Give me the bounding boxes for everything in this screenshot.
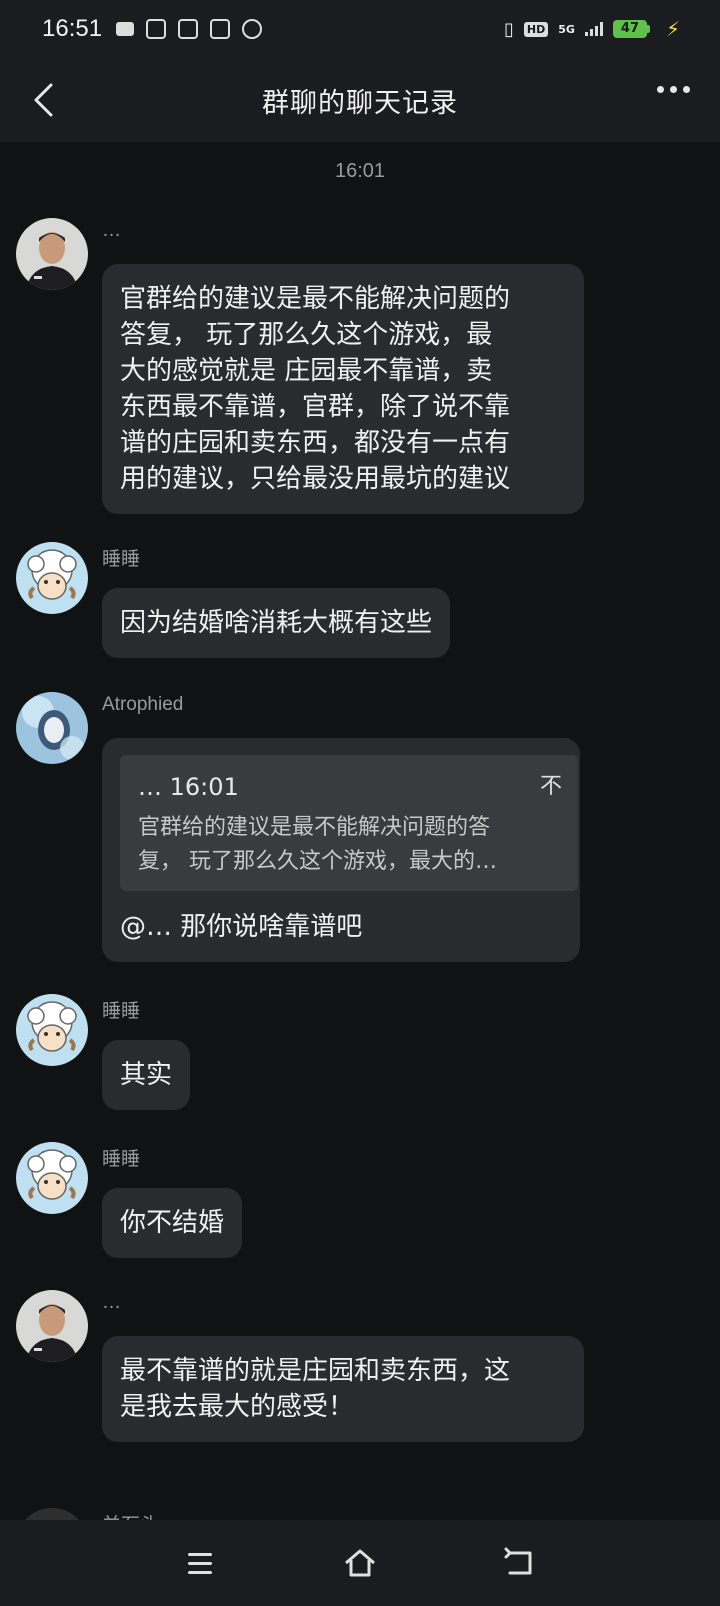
- status-right: ▯ HD 5G 47 ⚡: [504, 17, 680, 41]
- menu-icon[interactable]: [182, 1545, 218, 1581]
- message: Atrophied … 16:01 不 官群给的建议是最不能解决问题的答 复， …: [16, 692, 696, 972]
- avatar[interactable]: [16, 1290, 88, 1362]
- more-options-button[interactable]: [657, 86, 690, 93]
- message-line: 官群给的建议是最不能解决问题的: [120, 284, 511, 314]
- sender-name: 睡睡: [102, 1149, 141, 1170]
- message: 睡睡 你不结婚: [16, 1142, 696, 1272]
- message: 睡睡 因为结婚啥消耗大概有这些: [16, 542, 696, 672]
- nav-bar: 群聊的聊天记录: [0, 58, 720, 142]
- sheep-cartoon-avatar-icon: [16, 1142, 88, 1214]
- sender-name: 睡睡: [102, 1001, 141, 1022]
- sheep-cartoon-avatar-icon: [16, 542, 88, 614]
- status-bar: 16:51 ▯ HD 5G 47 ⚡: [0, 0, 720, 58]
- message-line: 答复， 玩了那么久这个游戏，最: [120, 320, 493, 350]
- app-notification-icon: [146, 19, 167, 39]
- message-line: 其实: [120, 1060, 173, 1090]
- quote-header: … 16:01 不: [138, 769, 562, 805]
- chat-history[interactable]: 16:01 … 官群给的建议是最不能解决问题的 答复， 玩了那么久这个游戏，最 …: [0, 142, 720, 1520]
- message-line: @… 那你说啥靠谱吧: [120, 912, 363, 942]
- sender-name: …: [102, 220, 121, 241]
- dot-icon: [657, 86, 664, 93]
- avatar[interactable]: [16, 692, 88, 764]
- sender-name: 睡睡: [102, 549, 141, 570]
- message-bubble[interactable]: 因为结婚啥消耗大概有这些: [102, 588, 451, 658]
- message-line: 谱的庄园和卖东西，都没有一点有: [120, 428, 511, 458]
- avatar[interactable]: [16, 542, 88, 614]
- message: … 最不靠谱的就是庄园和卖东西，这 是我去最大的感受！: [16, 1290, 696, 1480]
- anime-girl-avatar-icon: [16, 692, 88, 764]
- avatar[interactable]: [16, 1142, 88, 1214]
- photo-man-avatar-icon: [16, 218, 88, 290]
- charging-icon: ⚡: [665, 17, 680, 41]
- photo-man-avatar-icon: [16, 1290, 88, 1362]
- notification-icons: [116, 19, 263, 39]
- system-nav-bar: [0, 1520, 720, 1606]
- status-time: 16:51: [42, 15, 103, 42]
- quote-line: 复， 玩了那么久这个游戏，最大的…: [138, 849, 497, 874]
- avatar[interactable]: [16, 994, 88, 1066]
- sender-name: 羊石头: [102, 1510, 159, 1520]
- message: 羊石头: [16, 1508, 696, 1520]
- sheep-cartoon-avatar-icon: [16, 994, 88, 1066]
- back-icon[interactable]: [502, 1545, 538, 1581]
- chat-timestamp: 16:01: [334, 160, 386, 182]
- network-type: 5G: [558, 22, 575, 36]
- home-icon[interactable]: [342, 1545, 378, 1581]
- message-line: 是我去最大的感受！: [120, 1392, 355, 1422]
- hd-badge: HD: [523, 21, 549, 37]
- message-bubble[interactable]: … 16:01 不 官群给的建议是最不能解决问题的答 复， 玩了那么久这个游戏，…: [102, 738, 580, 962]
- dot-icon: [683, 86, 690, 93]
- page-title: 群聊的聊天记录: [262, 87, 458, 119]
- quoted-message[interactable]: … 16:01 不 官群给的建议是最不能解决问题的答 复， 玩了那么久这个游戏，…: [120, 755, 578, 891]
- chevron-left-icon: [34, 83, 53, 117]
- video-icon: [116, 22, 135, 36]
- message: 睡睡 其实: [16, 994, 696, 1124]
- signal-icon: [584, 22, 603, 36]
- battery-icon: 47: [612, 20, 650, 38]
- quote-sender-time: … 16:01: [138, 773, 239, 801]
- quote-pin-icon: 不: [539, 774, 562, 799]
- message: … 官群给的建议是最不能解决问题的 答复， 玩了那么久这个游戏，最 大的感觉就是…: [16, 218, 696, 518]
- message-line: 因为结婚啥消耗大概有这些: [120, 608, 433, 638]
- back-button[interactable]: [24, 78, 64, 122]
- vibrate-icon: ▯: [504, 18, 514, 40]
- quote-line: 官群给的建议是最不能解决问题的答: [138, 815, 491, 840]
- message-line: 大的感觉就是 庄园最不靠谱，卖: [120, 356, 493, 386]
- partial-avatar-icon: [16, 1508, 88, 1520]
- message-line: 东西最不靠谱，官群，除了说不靠: [120, 392, 511, 422]
- message-line: 你不结婚: [120, 1208, 225, 1238]
- app-notification-icon: [242, 19, 263, 39]
- message-bubble[interactable]: 其实: [102, 1040, 191, 1110]
- avatar[interactable]: [16, 1508, 88, 1520]
- message-line: 用的建议，只给最没用最坑的建议: [120, 464, 511, 494]
- dot-icon: [670, 86, 677, 93]
- message-bubble[interactable]: 你不结婚: [102, 1188, 243, 1258]
- sender-name: …: [102, 1292, 121, 1313]
- message-bubble[interactable]: 最不靠谱的就是庄园和卖东西，这 是我去最大的感受！: [102, 1336, 584, 1442]
- sender-name: Atrophied: [102, 694, 184, 715]
- message-bubble[interactable]: 官群给的建议是最不能解决问题的 答复， 玩了那么久这个游戏，最 大的感觉就是 庄…: [102, 264, 584, 514]
- battery-level: 47: [612, 20, 647, 38]
- app-notification-icon: [178, 19, 199, 39]
- avatar[interactable]: [16, 218, 88, 290]
- tiktok-icon: [210, 19, 231, 39]
- message-line: 最不靠谱的就是庄园和卖东西，这: [120, 1356, 511, 1386]
